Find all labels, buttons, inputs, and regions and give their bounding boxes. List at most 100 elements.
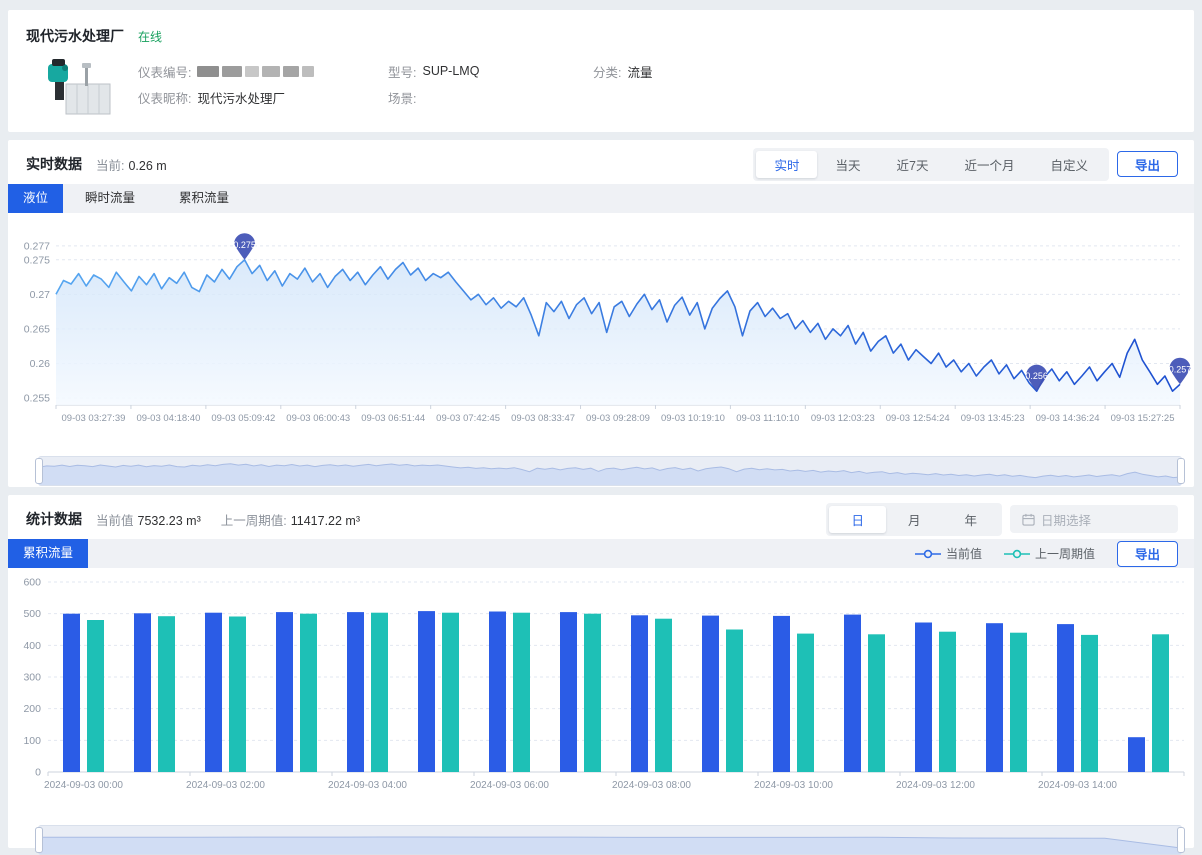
range-tab-realtime[interactable]: 实时 bbox=[756, 151, 817, 178]
online-status-badge: 在线 bbox=[138, 28, 162, 45]
cumulative-bar-chart: 0 100 200 300 400 500 600 2024-09-03 00:00 2024-… bbox=[8, 568, 1194, 814]
svg-text:0.275: 0.275 bbox=[24, 254, 50, 266]
svg-text:09-03 06:00:43: 09-03 06:00:43 bbox=[286, 413, 350, 424]
svg-text:0.277: 0.277 bbox=[24, 240, 50, 252]
model-value: SUP-LMQ bbox=[422, 64, 479, 78]
bar-chart-zoom-slider[interactable] bbox=[38, 825, 1182, 855]
legend-previous[interactable]: 上一周期值 bbox=[1004, 545, 1095, 562]
field-nickname: 仪表昵称: 现代污水处理厂 bbox=[138, 88, 388, 107]
field-scene: 场景: bbox=[388, 88, 593, 107]
svg-text:09-03 15:27:25: 09-03 15:27:25 bbox=[1111, 413, 1175, 424]
model-label: 型号: bbox=[388, 62, 416, 81]
date-picker[interactable]: 日期选择 bbox=[1010, 505, 1178, 533]
svg-text:600: 600 bbox=[23, 577, 41, 589]
zoom-slider-preview bbox=[39, 826, 1181, 854]
realtime-title: 实时数据 bbox=[26, 154, 82, 174]
field-model: 型号: SUP-LMQ bbox=[388, 62, 593, 81]
stats-current: 当前值7532.23 m³ bbox=[96, 510, 201, 529]
scene-label: 场景: bbox=[388, 88, 416, 107]
svg-text:2024-09-03 00:00: 2024-09-03 00:00 bbox=[44, 780, 123, 791]
svg-text:09-03 06:51:44: 09-03 06:51:44 bbox=[361, 413, 425, 424]
nickname-label: 仪表昵称: bbox=[138, 88, 191, 107]
svg-text:200: 200 bbox=[23, 703, 41, 715]
svg-text:100: 100 bbox=[23, 735, 41, 747]
range-tab-lastmonth[interactable]: 近一个月 bbox=[946, 151, 1032, 178]
svg-text:09-03 09:28:09: 09-03 09:28:09 bbox=[586, 413, 650, 424]
svg-text:0.257: 0.257 bbox=[1169, 364, 1192, 374]
category-label: 分类: bbox=[593, 62, 621, 81]
svg-text:09-03 03:27:39: 09-03 03:27:39 bbox=[62, 413, 126, 424]
metric-tab-cumulative-flow[interactable]: 累积流量 bbox=[157, 184, 251, 213]
svg-text:09-03 04:18:40: 09-03 04:18:40 bbox=[136, 413, 200, 424]
svg-text:2024-09-03 06:00: 2024-09-03 06:00 bbox=[470, 780, 549, 791]
date-picker-placeholder: 日期选择 bbox=[1041, 510, 1091, 529]
svg-text:2024-09-03 04:00: 2024-09-03 04:00 bbox=[328, 780, 407, 791]
svg-text:300: 300 bbox=[23, 672, 41, 684]
svg-text:0.265: 0.265 bbox=[24, 323, 50, 335]
svg-text:09-03 12:54:24: 09-03 12:54:24 bbox=[886, 413, 950, 424]
svg-text:2024-09-03 02:00: 2024-09-03 02:00 bbox=[186, 780, 265, 791]
svg-text:0.256: 0.256 bbox=[1025, 371, 1048, 381]
svg-text:09-03 08:33:47: 09-03 08:33:47 bbox=[511, 413, 575, 424]
legend-current-label: 当前值 bbox=[946, 545, 982, 562]
legend-current-icon bbox=[915, 549, 941, 559]
stats-section-card: 统计数据 当前值7532.23 m³ 上一周期值:11417.22 m³ 日 月… bbox=[8, 495, 1194, 848]
device-photo bbox=[30, 56, 116, 122]
period-tab-month[interactable]: 月 bbox=[886, 506, 943, 533]
level-line-chart: 0.255 0.26 0.265 0.27 0.275 0.277 09-03 03:27:… bbox=[8, 213, 1194, 445]
zoom-handle-right[interactable] bbox=[1177, 458, 1185, 484]
realtime-metric-tabs: 液位 瞬时流量 累积流量 bbox=[8, 184, 1194, 213]
svg-text:09-03 11:10:10: 09-03 11:10:10 bbox=[736, 413, 799, 424]
zoom-handle-left[interactable] bbox=[35, 827, 43, 853]
svg-text:0.275: 0.275 bbox=[233, 240, 256, 250]
realtime-current: 当前:0.26 m bbox=[96, 155, 167, 174]
zoom-slider-preview bbox=[39, 457, 1181, 485]
svg-text:09-03 05:09:42: 09-03 05:09:42 bbox=[211, 413, 275, 424]
stats-previous-label: 上一周期值: bbox=[221, 514, 287, 528]
metric-tab-instant-flow[interactable]: 瞬时流量 bbox=[63, 184, 157, 213]
svg-text:2024-09-03 14:00: 2024-09-03 14:00 bbox=[1038, 780, 1117, 791]
calendar-icon bbox=[1022, 513, 1035, 526]
stats-previous: 上一周期值:11417.22 m³ bbox=[221, 510, 360, 529]
realtime-current-value: 0.26 m bbox=[128, 159, 166, 173]
nickname-value: 现代污水处理厂 bbox=[197, 88, 285, 107]
svg-text:500: 500 bbox=[23, 608, 41, 620]
category-value: 流量 bbox=[627, 62, 652, 81]
period-tab-day[interactable]: 日 bbox=[829, 506, 886, 533]
line-chart-zoom-slider[interactable] bbox=[38, 456, 1182, 486]
period-segmented: 日 月 年 bbox=[826, 503, 1002, 536]
svg-text:09-03 10:19:10: 09-03 10:19:10 bbox=[661, 413, 725, 424]
svg-text:2024-09-03 10:00: 2024-09-03 10:00 bbox=[754, 780, 833, 791]
serial-label: 仪表编号: bbox=[138, 62, 191, 81]
svg-text:09-03 12:03:23: 09-03 12:03:23 bbox=[811, 413, 875, 424]
metric-tab-level[interactable]: 液位 bbox=[8, 184, 63, 213]
serial-redacted bbox=[197, 66, 314, 77]
svg-text:0: 0 bbox=[35, 767, 41, 779]
range-tab-last7days[interactable]: 近7天 bbox=[879, 151, 947, 178]
svg-text:0.255: 0.255 bbox=[24, 393, 50, 405]
svg-text:400: 400 bbox=[23, 640, 41, 652]
metric-tab-cumulative[interactable]: 累积流量 bbox=[8, 539, 88, 568]
field-category: 分类: 流量 bbox=[593, 62, 1013, 81]
svg-text:09-03 07:42:45: 09-03 07:42:45 bbox=[436, 413, 500, 424]
stats-export-button[interactable]: 导出 bbox=[1117, 541, 1178, 567]
legend-current[interactable]: 当前值 bbox=[915, 545, 982, 562]
time-range-segmented: 实时 当天 近7天 近一个月 自定义 bbox=[753, 148, 1109, 181]
period-tab-year[interactable]: 年 bbox=[942, 506, 999, 533]
realtime-section-card: 实时数据 当前:0.26 m 实时 当天 近7天 近一个月 自定义 导出 液位 … bbox=[8, 140, 1194, 487]
svg-text:0.27: 0.27 bbox=[30, 289, 51, 301]
range-tab-custom[interactable]: 自定义 bbox=[1032, 151, 1106, 178]
zoom-handle-right[interactable] bbox=[1177, 827, 1185, 853]
stats-current-value: 7532.23 m³ bbox=[138, 514, 201, 528]
field-serial: 仪表编号: bbox=[138, 62, 388, 81]
range-tab-today[interactable]: 当天 bbox=[817, 151, 878, 178]
svg-text:0.26: 0.26 bbox=[30, 358, 51, 370]
svg-text:2024-09-03 08:00: 2024-09-03 08:00 bbox=[612, 780, 691, 791]
svg-text:2024-09-03 12:00: 2024-09-03 12:00 bbox=[896, 780, 975, 791]
realtime-export-button[interactable]: 导出 bbox=[1117, 151, 1178, 177]
svg-text:09-03 13:45:23: 09-03 13:45:23 bbox=[961, 413, 1025, 424]
zoom-handle-left[interactable] bbox=[35, 458, 43, 484]
device-title: 现代污水处理厂 bbox=[26, 26, 124, 46]
svg-text:09-03 14:36:24: 09-03 14:36:24 bbox=[1036, 413, 1100, 424]
legend-previous-label: 上一周期值 bbox=[1035, 545, 1095, 562]
